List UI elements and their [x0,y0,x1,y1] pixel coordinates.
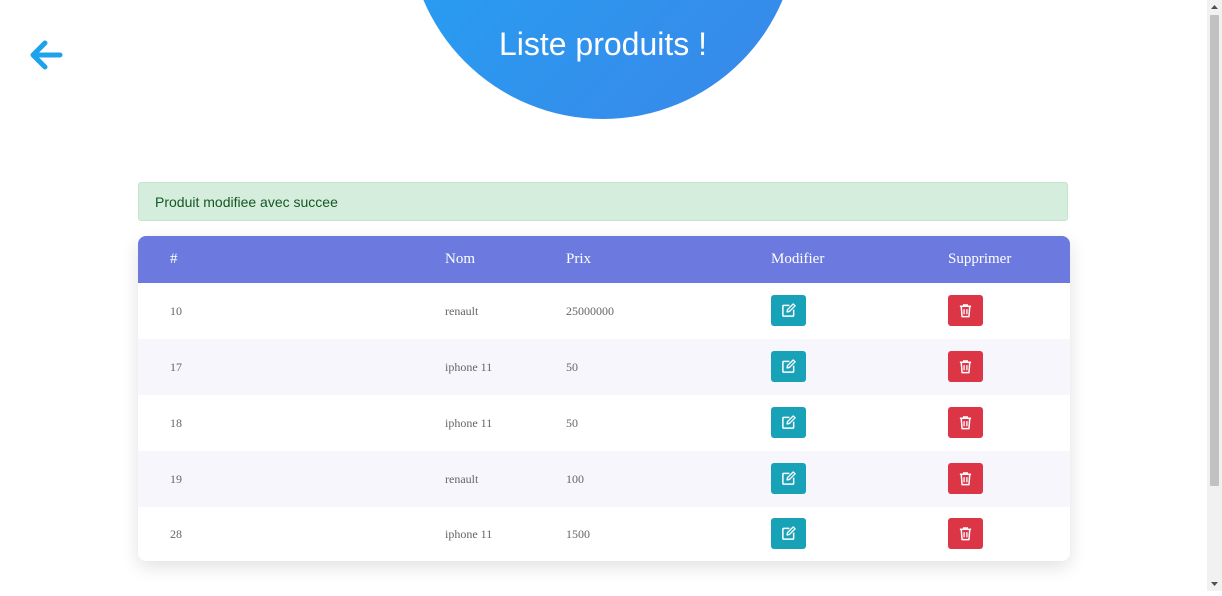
delete-button[interactable] [948,407,983,438]
cell-id: 18 [170,416,182,430]
cell-id: 19 [170,472,182,486]
table-header: # Nom Prix Modifier Supprimer [138,236,1070,283]
cell-price: 1500 [566,527,590,541]
alert-message: Produit modifiee avec succee [155,194,338,210]
edit-icon [782,471,796,485]
vertical-scrollbar[interactable] [1207,0,1222,591]
delete-button[interactable] [948,295,983,326]
trash-icon [959,360,972,374]
scrollbar-thumb[interactable] [1210,15,1219,486]
cell-price: 100 [566,472,584,486]
edit-icon [782,303,796,317]
edit-icon [782,359,796,373]
cell-name: iphone 11 [445,527,493,541]
edit-icon [782,415,796,429]
page-title: Liste produits ! [498,26,708,62]
edit-button[interactable] [771,463,806,494]
header-price: Prix [566,251,592,267]
cell-id: 28 [170,527,182,541]
arrow-left-icon [30,40,63,70]
edit-button[interactable] [771,518,806,549]
edit-icon [782,526,796,540]
scroll-down-icon[interactable] [1207,577,1222,591]
header-name: Nom [445,251,475,267]
cell-price: 50 [566,360,578,374]
trash-icon [959,527,972,541]
delete-button[interactable] [948,518,983,549]
page: Liste produits ! Produit modifiee avec s… [0,0,1207,591]
table-row: 10 renault 25000000 [138,283,1070,339]
scroll-up-icon[interactable] [1207,0,1222,14]
cell-name: iphone 11 [445,360,493,374]
cell-name: renault [445,304,479,318]
products-table: # Nom Prix Modifier Supprimer 10 renault… [138,236,1070,561]
delete-button[interactable] [948,351,983,382]
edit-button[interactable] [771,351,806,382]
header-delete: Supprimer [948,251,1012,267]
trash-icon [959,472,972,486]
cell-price: 25000000 [566,304,614,318]
header-id: # [170,251,178,267]
cell-name: renault [445,472,479,486]
trash-icon [959,416,972,430]
delete-button[interactable] [948,463,983,494]
cell-id: 10 [170,304,182,318]
trash-icon [959,304,972,318]
table-row: 18 iphone 11 50 [138,395,1070,451]
cell-id: 17 [170,360,182,374]
table-row: 19 renault 100 [138,451,1070,507]
header-edit: Modifier [771,251,825,267]
cell-name: iphone 11 [445,416,493,430]
success-alert: Produit modifiee avec succee [138,182,1068,221]
back-button[interactable] [29,38,63,72]
table-row: 28 iphone 11 1500 [138,506,1070,561]
table-row: 17 iphone 11 50 [138,339,1070,395]
edit-button[interactable] [771,295,806,326]
cell-price: 50 [566,416,578,430]
edit-button[interactable] [771,407,806,438]
